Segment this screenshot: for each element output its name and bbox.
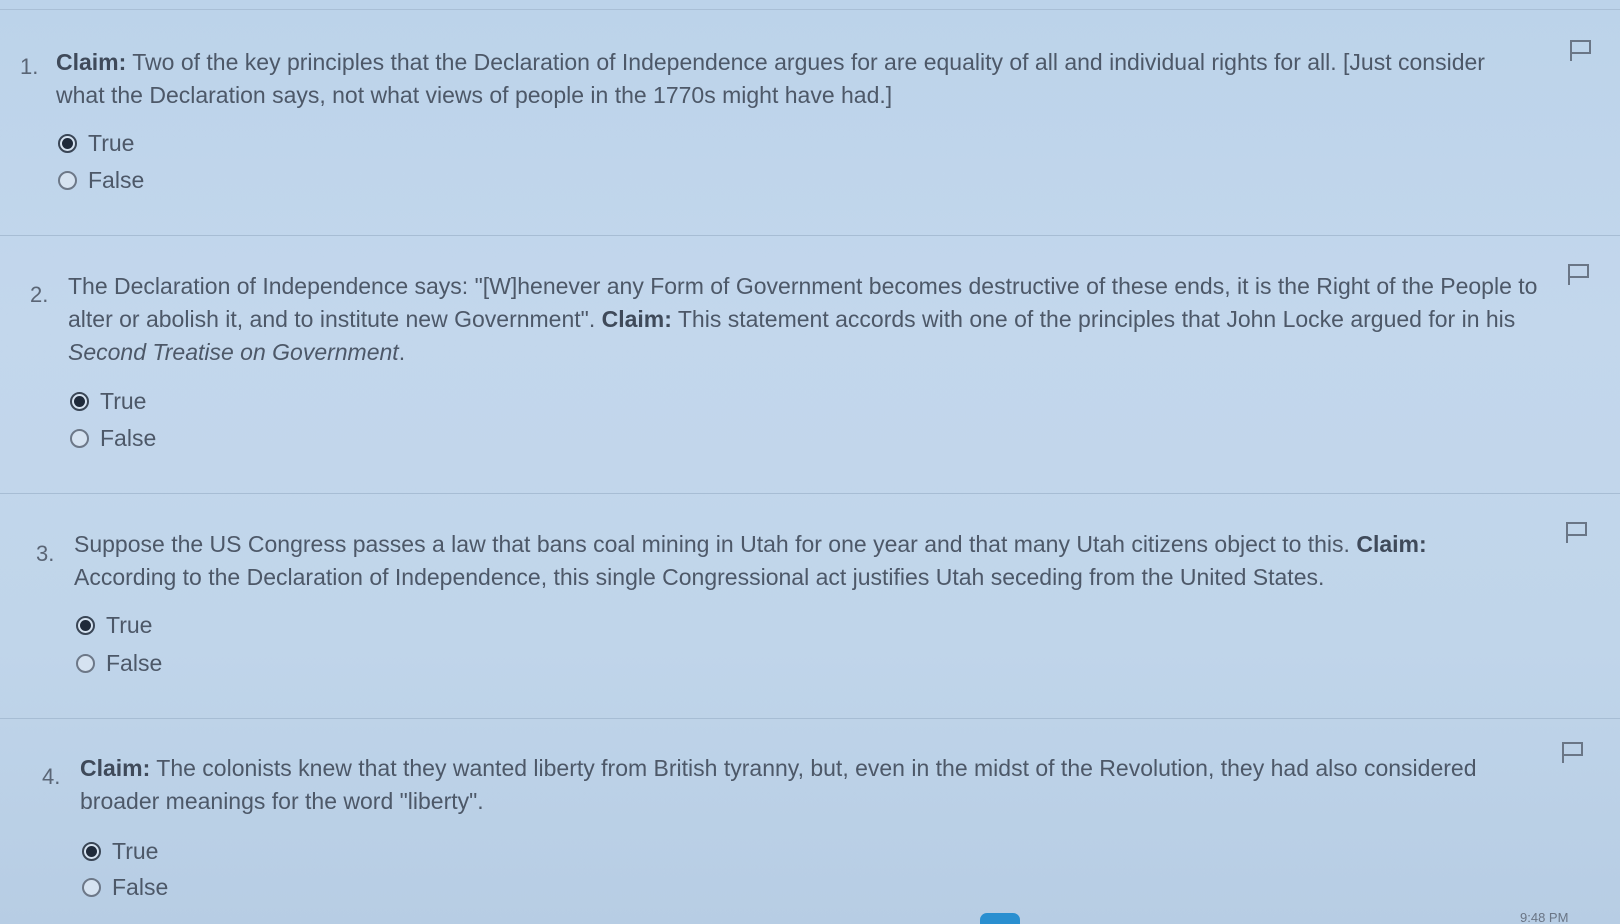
radio-true[interactable] (58, 134, 77, 153)
option-label: True (100, 388, 147, 414)
question-tail: . (398, 339, 406, 365)
claim-label: Claim: (601, 306, 672, 332)
question-text: The Declaration of Independence says: "[… (68, 270, 1548, 369)
question-text: Claim: The colonists knew that they want… (80, 752, 1500, 818)
option-label: False (106, 650, 163, 676)
top-divider (0, 0, 1620, 10)
question-number: 1. (20, 54, 39, 79)
radio-true[interactable] (70, 392, 89, 411)
question-divider (0, 235, 1620, 236)
option-false[interactable]: False (70, 425, 156, 452)
option-label: False (100, 425, 157, 451)
option-true[interactable]: True (82, 838, 158, 865)
option-true[interactable]: True (58, 130, 134, 157)
question-body-cont: This statement accords with one of the p… (671, 306, 1516, 332)
radio-false[interactable] (82, 878, 101, 897)
question-number: 4. (42, 764, 61, 789)
question-body: The colonists knew that they wanted libe… (80, 755, 1477, 814)
question-body: Suppose the US Congress passes a law tha… (74, 531, 1357, 557)
radio-true[interactable] (82, 842, 101, 861)
option-false[interactable]: False (82, 874, 168, 901)
question-divider (0, 718, 1620, 719)
question-number: 2. (30, 282, 49, 307)
option-label: False (112, 874, 169, 900)
question-divider (0, 493, 1620, 494)
question-text: Suppose the US Congress passes a law tha… (74, 528, 1464, 594)
book-title: Second Treatise on Government (68, 339, 399, 365)
flag-icon[interactable] (1568, 38, 1594, 62)
option-label: True (88, 130, 135, 156)
radio-false[interactable] (58, 171, 77, 190)
option-false[interactable]: False (76, 650, 162, 677)
claim-label: Claim: (1356, 531, 1427, 557)
taskbar-clock: 9:48 PM (1520, 910, 1569, 924)
flag-icon[interactable] (1560, 740, 1586, 764)
radio-true[interactable] (76, 616, 95, 635)
taskbar-app-icon[interactable] (980, 913, 1020, 924)
question-body: Two of the key principles that the Decla… (56, 49, 1485, 108)
flag-icon[interactable] (1564, 520, 1590, 544)
radio-false[interactable] (76, 654, 95, 673)
option-label: True (106, 612, 153, 638)
option-true[interactable]: True (76, 612, 152, 639)
question-body-cont: According to the Declaration of Independ… (74, 564, 1325, 590)
question-number: 3. (36, 541, 55, 566)
claim-label: Claim: (80, 755, 151, 781)
claim-label: Claim: (56, 49, 127, 75)
option-label: False (88, 167, 145, 193)
question-text: Claim: Two of the key principles that th… (56, 46, 1496, 112)
radio-false[interactable] (70, 429, 89, 448)
option-true[interactable]: True (70, 388, 146, 415)
flag-icon[interactable] (1566, 262, 1592, 286)
option-false[interactable]: False (58, 167, 144, 194)
option-label: True (112, 838, 159, 864)
